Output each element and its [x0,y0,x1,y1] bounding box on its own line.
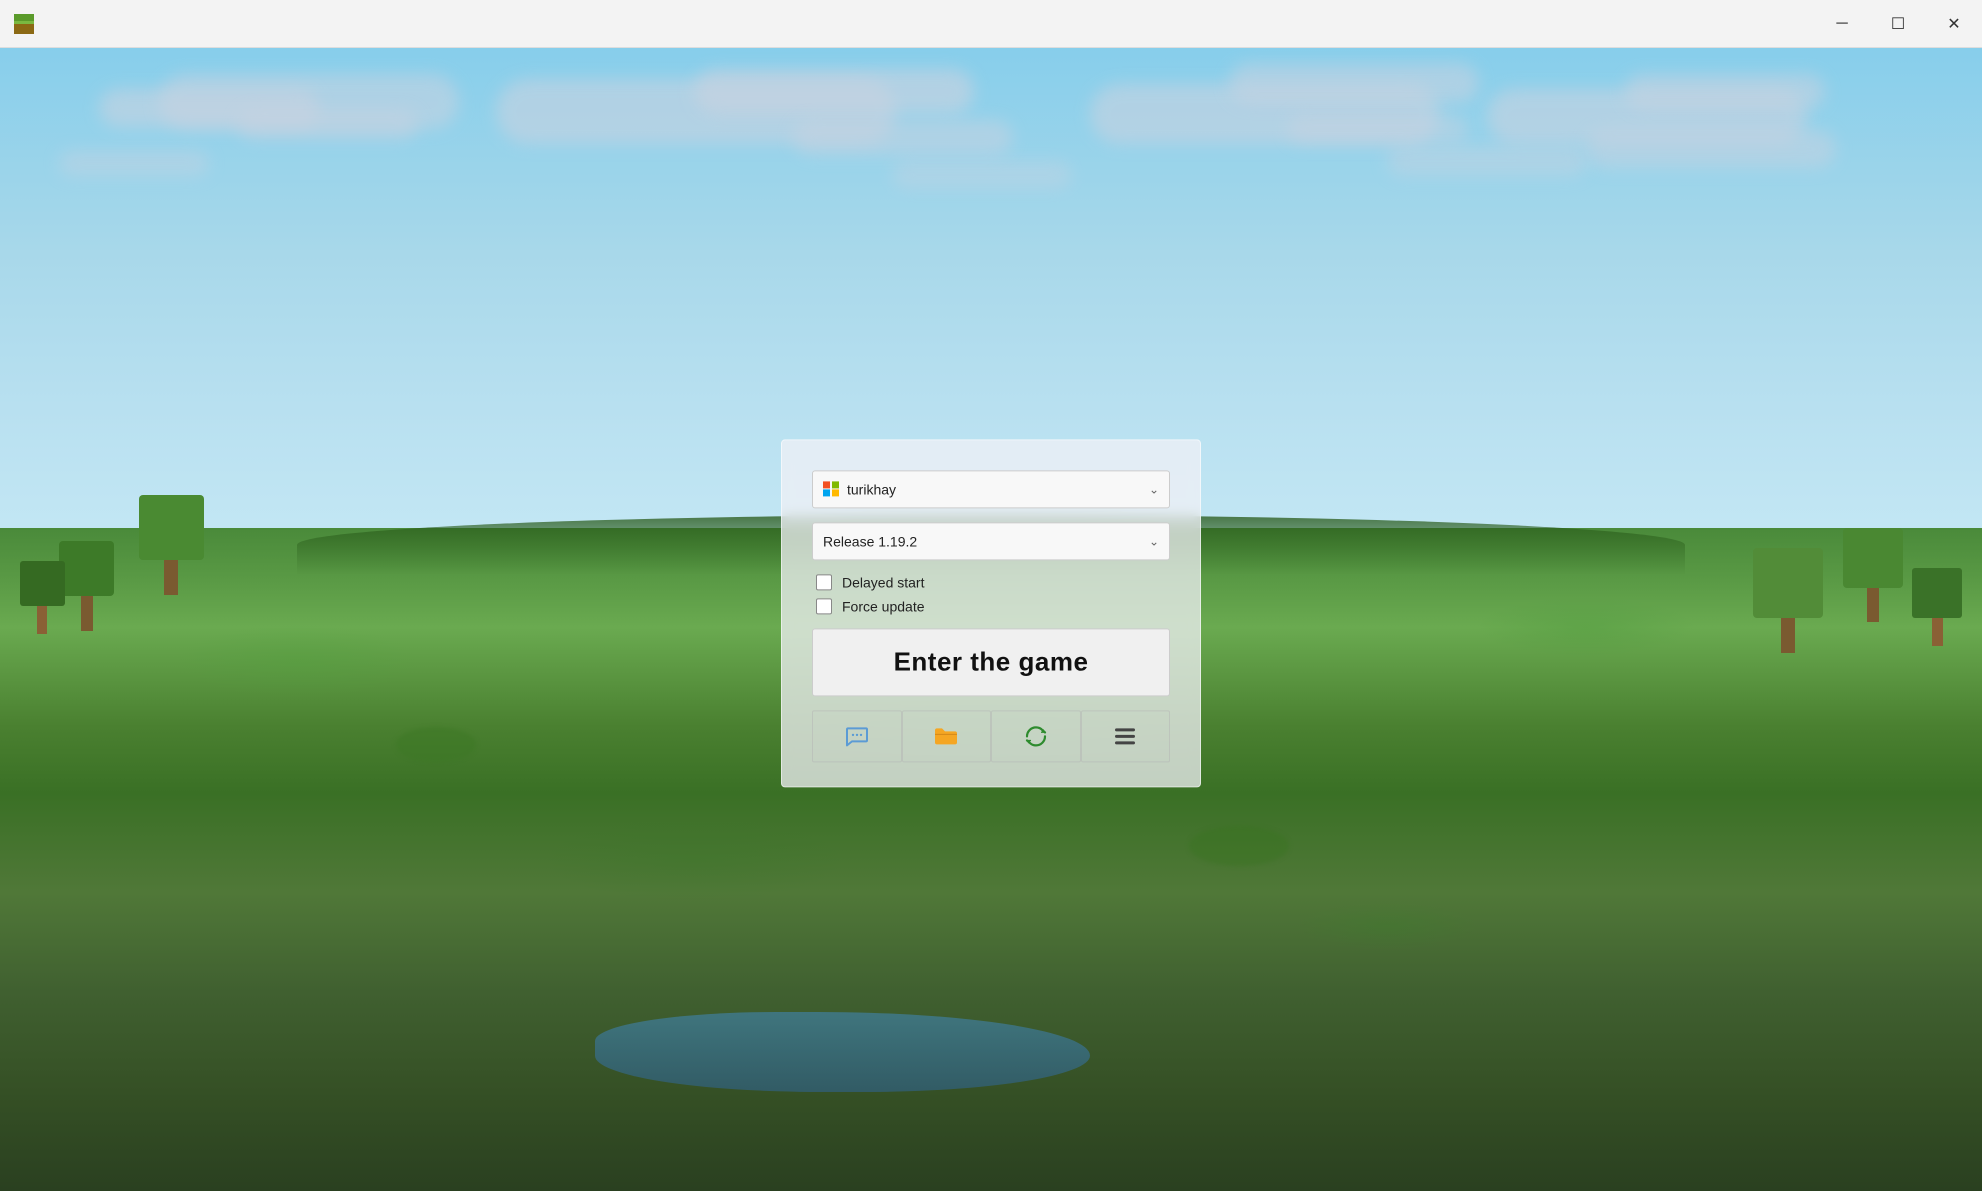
tree-left-1 [59,541,114,626]
account-dropdown-trigger[interactable]: turikhay ⌄ [812,470,1170,508]
tree-right-2 [1912,568,1962,643]
folder-icon [933,725,959,747]
force-update-label: Force update [842,598,925,614]
version-dropdown-arrow: ⌄ [1149,534,1159,548]
window-controls: ─ ☐ ✕ [1814,0,1982,47]
ms-yellow-square [832,490,839,497]
refresh-button[interactable] [991,710,1081,762]
app-logo-icon [12,12,36,36]
tree-left-3 [20,561,65,631]
delayed-start-label: Delayed start [842,574,924,590]
version-dropdown-trigger[interactable]: Release 1.19.2 ⌄ [812,522,1170,560]
account-dropdown-arrow: ⌄ [1149,482,1159,496]
chat-button[interactable] [812,710,902,762]
refresh-icon [1023,723,1049,749]
account-value: turikhay [847,481,896,497]
ms-blue-square [823,490,830,497]
enter-game-button[interactable]: Enter the game [812,628,1170,696]
force-update-checkbox[interactable]: Force update [816,598,1170,614]
ms-red-square [823,481,830,488]
close-button[interactable]: ✕ [1926,0,1982,48]
checkboxes-group: Delayed start Force update [812,574,1170,614]
folder-button[interactable] [902,710,992,762]
launcher-panel: turikhay ⌄ Release 1.19.2 ⌄ Delayed star… [781,439,1201,787]
menu-button[interactable] [1081,710,1171,762]
bottom-toolbar [812,710,1170,762]
tree-left-2 [139,495,204,590]
account-dropdown[interactable]: turikhay ⌄ [812,470,1170,508]
app-icon [0,0,48,48]
ms-green-square [832,481,839,488]
tree-right-1 [1843,528,1903,618]
force-update-box [816,598,832,614]
menu-icon [1112,725,1138,747]
titlebar: ─ ☐ ✕ [0,0,1982,48]
version-value: Release 1.19.2 [823,533,917,549]
tree-right-3 [1753,548,1823,648]
foliage-1 [396,727,476,762]
delayed-start-box [816,574,832,590]
delayed-start-checkbox[interactable]: Delayed start [816,574,1170,590]
chat-icon [844,723,870,749]
version-dropdown[interactable]: Release 1.19.2 ⌄ [812,522,1170,560]
ms-icon [823,481,839,497]
maximize-button[interactable]: ☐ [1870,0,1926,48]
minimize-button[interactable]: ─ [1814,0,1870,48]
